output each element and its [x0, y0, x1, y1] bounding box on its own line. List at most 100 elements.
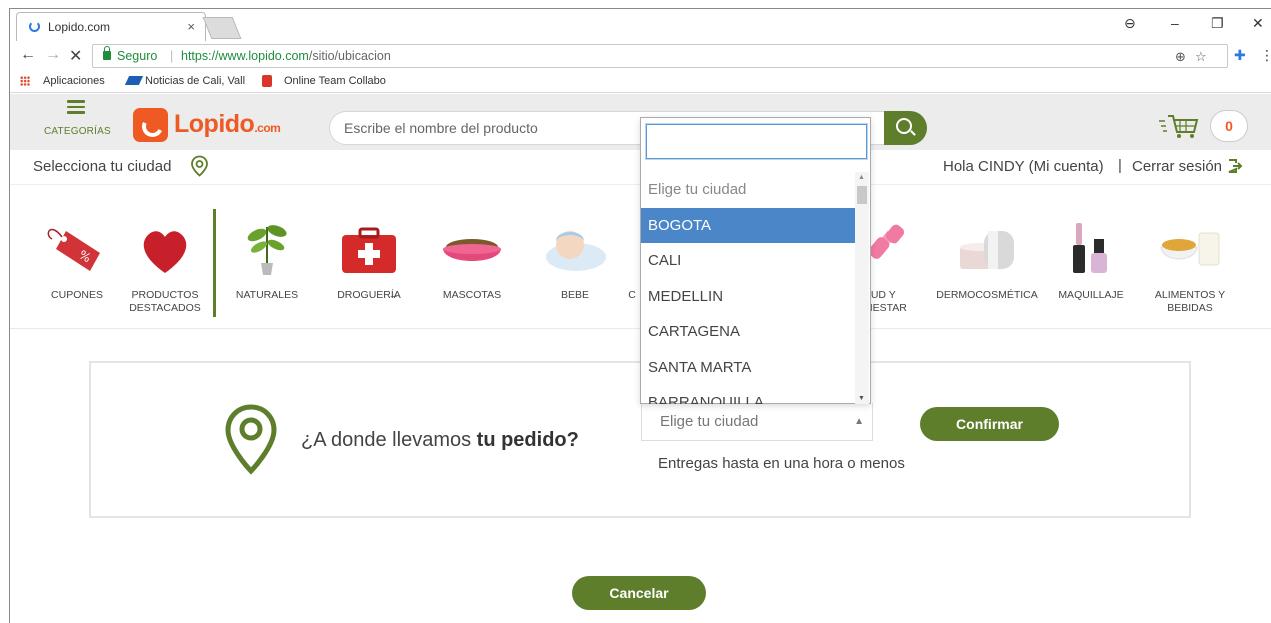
category-label: C	[628, 289, 636, 301]
category-divider	[213, 209, 216, 317]
location-question: ¿A donde llevamos tu pedido?	[301, 429, 579, 452]
scroll-up-icon[interactable]: ▲	[858, 174, 865, 181]
menu-icon[interactable]	[67, 100, 85, 117]
logo-suffix: .com	[254, 121, 281, 135]
scroll-down-icon[interactable]: ▼	[858, 395, 865, 402]
apps-grid-icon	[20, 76, 30, 86]
category-dermocosmetica[interactable]: DERMOCOSMÉTICA	[934, 199, 1040, 302]
bookmark-star-icon[interactable]: ☆	[1195, 46, 1207, 68]
lopido-logo-icon[interactable]	[133, 108, 168, 142]
category-label: MASCOTAS	[442, 289, 502, 301]
bookmarks-bar: Aplicaciones Noticias de Cali, Vall Onli…	[10, 71, 1271, 93]
cream-jar-icon	[952, 217, 1022, 277]
pet-bowl-icon	[437, 217, 507, 277]
new-tab-button[interactable]	[202, 17, 242, 39]
minimize-icon[interactable]: –	[1171, 15, 1179, 31]
category-naturales[interactable]: NATURALES	[228, 199, 306, 302]
account-link[interactable]: Hola CINDY (Mi cuenta)	[943, 158, 1104, 175]
news-bookmark-icon	[124, 76, 144, 85]
category-label: CUPONES	[51, 289, 103, 301]
browser-tab[interactable]: Lopido.com ×	[16, 12, 206, 41]
tab-title: Lopido.com	[48, 20, 111, 34]
extension-icon[interactable]: ✚	[1234, 47, 1246, 64]
user-separator: |	[1118, 157, 1122, 174]
url-text: https://www.lopido.com/sitio/ubicacion	[181, 45, 391, 67]
city-option-selected[interactable]: BOGOTA	[641, 207, 855, 243]
nail-polish-icon	[1056, 217, 1126, 277]
first-aid-kit-icon	[334, 217, 404, 277]
chevron-up-icon: ▲	[854, 416, 864, 427]
bookmark-apps[interactable]: Aplicaciones	[43, 75, 105, 87]
category-cupones[interactable]: % CUPONES	[38, 199, 116, 302]
loading-spinner-icon	[29, 21, 40, 32]
location-pin-icon	[225, 404, 277, 475]
city-option[interactable]: Elige tu ciudad	[641, 172, 855, 208]
baby-icon	[540, 217, 610, 277]
close-window-icon[interactable]: ✕	[1252, 15, 1264, 32]
profile-icon[interactable]: ⊖	[1124, 15, 1136, 32]
lock-icon	[103, 46, 111, 60]
search-icon[interactable]	[884, 111, 927, 145]
city-options-list: Elige tu ciudad BOGOTA CALI MEDELLIN CAR…	[641, 172, 855, 404]
categories-label[interactable]: CATEGORÍAS	[44, 126, 111, 137]
category-maquillaje[interactable]: MAQUILLAJE	[1055, 199, 1127, 302]
question-bold: tu pedido?	[476, 429, 579, 451]
tab-close-icon[interactable]: ×	[187, 19, 195, 34]
food-icon	[1155, 217, 1225, 277]
category-label: NATURALES	[235, 289, 299, 301]
city-option[interactable]: MEDELLIN	[641, 279, 855, 315]
tab-strip: Lopido.com × ⊖ – ❐ ✕	[10, 9, 1271, 41]
browser-window: Lopido.com × ⊖ – ❐ ✕ ← → ✕ Seguro | http…	[9, 8, 1271, 623]
category-destacados[interactable]: PRODUCTOS DESTACADOS	[122, 199, 208, 315]
cancel-button[interactable]: Cancelar	[572, 576, 706, 610]
team-bookmark-icon	[262, 75, 272, 87]
category-c[interactable]: C	[622, 199, 642, 302]
category-mascotas[interactable]: MASCOTAS	[434, 199, 510, 302]
bookmark-team[interactable]: Online Team Collabo	[284, 75, 389, 87]
stop-icon[interactable]: ✕	[69, 46, 82, 66]
url-field[interactable]: Seguro | https://www.lopido.com/sitio/ub…	[92, 44, 1228, 68]
browser-menu-icon[interactable]: ⋮	[1260, 47, 1271, 64]
category-icon	[622, 217, 642, 277]
logo-name: Lopido	[174, 110, 255, 138]
logout-icon[interactable]	[1227, 159, 1243, 173]
city-option[interactable]: SANTA MARTA	[641, 350, 855, 386]
city-select[interactable]: Elige tu ciudad ▲	[641, 403, 873, 441]
confirm-button[interactable]: Confirmar	[920, 407, 1059, 441]
back-icon[interactable]: ←	[20, 46, 36, 64]
location-pin-icon[interactable]	[190, 155, 209, 177]
delivery-note: Entregas hasta en una hora o menos	[658, 455, 905, 472]
heart-icon	[130, 217, 200, 277]
category-label: DERMOCOSMÉTICA	[936, 289, 1038, 301]
logo-text[interactable]: Lopido.com	[174, 110, 281, 139]
category-alimentos[interactable]: ALIMENTOS Y BEBIDAS	[1150, 199, 1230, 315]
plant-icon	[232, 217, 302, 277]
city-search-input[interactable]	[646, 124, 867, 159]
zoom-icon[interactable]: ⊕	[1175, 46, 1186, 68]
cart-count-badge[interactable]: 0	[1210, 110, 1248, 142]
city-option[interactable]: CARTAGENA	[641, 314, 855, 350]
select-city-link[interactable]: Selecciona tu ciudad	[33, 158, 171, 175]
url-path: /sitio/ubicacion	[308, 49, 391, 63]
question-text: ¿A donde llevamos	[301, 429, 477, 451]
scroll-thumb[interactable]	[857, 186, 867, 204]
bookmark-news[interactable]: Noticias de Cali, Vall	[145, 75, 250, 87]
category-label: BEBE	[560, 289, 589, 301]
url-separator: |	[170, 49, 174, 63]
logout-link[interactable]: Cerrar sesión	[1132, 158, 1222, 175]
forward-icon[interactable]: →	[45, 46, 61, 64]
cart-icon[interactable]	[1158, 112, 1200, 140]
category-label: DROGUERÍ̶A	[337, 289, 401, 301]
dropdown-scrollbar[interactable]: ▲ ▼	[855, 172, 869, 404]
secure-label: Seguro	[117, 49, 158, 63]
category-bebe[interactable]: BEBE	[539, 199, 611, 302]
city-option[interactable]: CALI	[641, 243, 855, 279]
maximize-icon[interactable]: ❐	[1211, 15, 1224, 32]
city-select-value: Elige tu ciudad	[660, 413, 759, 430]
category-label: MAQUILLAJE	[1058, 289, 1124, 301]
category-drogueria[interactable]: DROGUERÍ̶A	[326, 199, 412, 302]
address-bar: ← → ✕ Seguro | https://www.lopido.com/si…	[10, 41, 1271, 71]
city-option[interactable]: BARRANQUILLA	[641, 385, 855, 404]
category-label: PRODUCTOS DESTACADOS	[129, 289, 201, 314]
city-dropdown: Elige tu ciudad BOGOTA CALI MEDELLIN CAR…	[640, 117, 871, 404]
